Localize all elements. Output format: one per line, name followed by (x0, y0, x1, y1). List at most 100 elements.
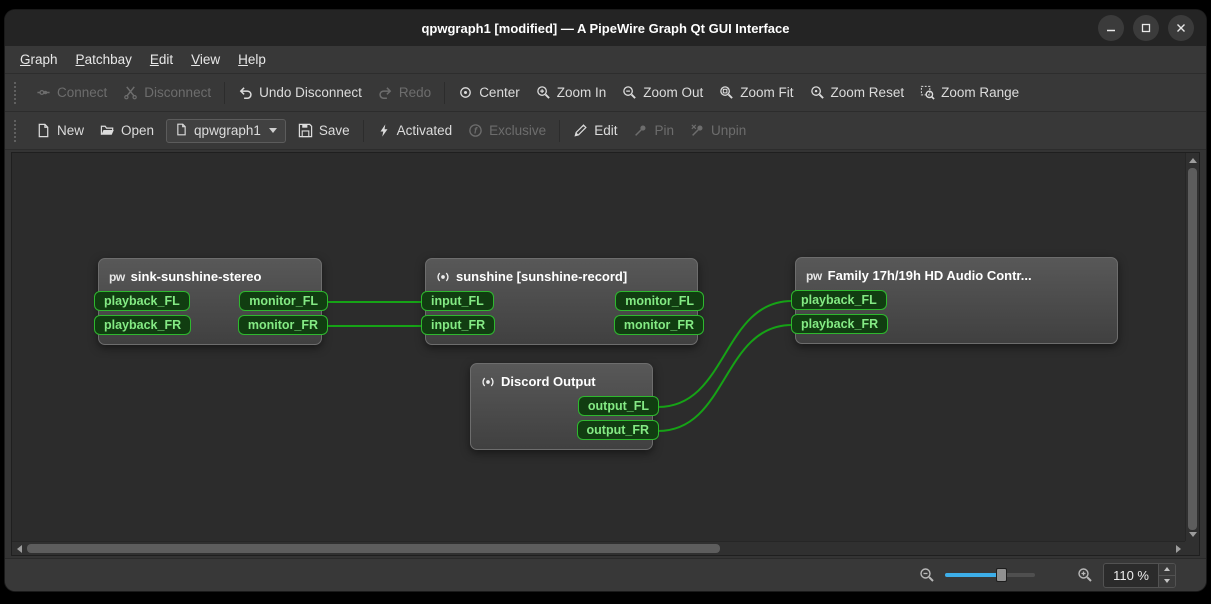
undo-disconnect-button[interactable]: Undo Disconnect (230, 80, 370, 105)
port-output_FL[interactable]: output_FL (577, 396, 659, 416)
exclusive-icon: f (468, 123, 483, 138)
port-monitor_FL[interactable]: monitor_FL (239, 291, 328, 311)
port-monitor_FR[interactable]: monitor_FR (613, 315, 704, 335)
port-playback_FL[interactable]: playback_FL (791, 290, 887, 310)
zoom-value: 110 % (1113, 567, 1149, 583)
port-output_FR[interactable]: output_FR (576, 420, 659, 440)
node-title: Discord Output (471, 364, 652, 392)
node-title: pw sink-sunshine-stereo (99, 259, 321, 287)
zoom-fit-icon (719, 85, 734, 100)
minimize-button[interactable] (1098, 15, 1124, 41)
save-button[interactable]: Save (290, 118, 358, 143)
zoom-slider-handle[interactable] (995, 568, 1007, 582)
port-input_FR[interactable]: input_FR (421, 315, 496, 335)
vertical-scroll-handle[interactable] (1188, 168, 1197, 530)
spin-arrows (1158, 563, 1175, 587)
open-button[interactable]: Open (92, 118, 162, 143)
node-title: pw Family 17h/19h HD Audio Contr... (796, 258, 1117, 286)
port-playback_FL[interactable]: playback_FL (94, 291, 190, 311)
new-button[interactable]: New (28, 118, 92, 143)
toolbar-drag-handle[interactable] (14, 81, 20, 104)
disconnect-button[interactable]: Disconnect (115, 80, 219, 105)
zoom-in-button[interactable]: Zoom In (528, 80, 615, 105)
canvas-viewport[interactable]: pw sink-sunshine-stereo playback_FL monitor… (12, 153, 1185, 541)
zoom-slider-fill (945, 573, 1001, 577)
activated-label: Activated (396, 123, 453, 138)
maximize-icon (1141, 23, 1151, 33)
zoom-fit-button[interactable]: Zoom Fit (711, 80, 801, 105)
zoom-slider[interactable] (945, 567, 1036, 583)
graph-canvas[interactable]: pw sink-sunshine-stereo playback_FL monitor… (11, 152, 1200, 556)
activated-bolt-icon (377, 123, 391, 138)
node-sink-sunshine-stereo[interactable]: pw sink-sunshine-stereo playback_FL monitor… (94, 258, 328, 345)
horizontal-scrollbar[interactable] (12, 541, 1185, 555)
scroll-left-arrow[interactable] (12, 542, 26, 555)
menu-help[interactable]: Help (229, 49, 275, 70)
center-icon (458, 85, 473, 100)
zoom-in-status-icon (1077, 567, 1093, 583)
edit-button[interactable]: Edit (565, 118, 625, 143)
patchbay-file-icon (175, 123, 188, 139)
port-playback_FR[interactable]: playback_FR (791, 314, 889, 334)
graph-toolbar: Connect Disconnect Undo Disconnect Redo (5, 74, 1206, 112)
menu-view[interactable]: View (182, 49, 229, 70)
vertical-scrollbar[interactable] (1185, 153, 1199, 541)
zoom-out-icon (622, 85, 637, 100)
zoom-range-label: Zoom Range (941, 85, 1020, 100)
zoom-in-icon (536, 85, 551, 100)
port-playback_FR[interactable]: playback_FR (94, 315, 192, 335)
scroll-up-arrow[interactable] (1186, 153, 1199, 167)
edit-pencil-icon (573, 123, 588, 138)
edit-label: Edit (594, 123, 618, 138)
session-name: qpwgraph1 (194, 123, 261, 138)
port-row: output_FR (471, 418, 659, 442)
port-monitor_FL[interactable]: monitor_FL (615, 291, 704, 311)
port-monitor_FR[interactable]: monitor_FR (237, 315, 328, 335)
disconnect-icon (123, 85, 138, 100)
port-input_FL[interactable]: input_FL (421, 291, 494, 311)
audio-app-icon (436, 270, 450, 284)
pin-button[interactable]: Pin (625, 118, 682, 143)
zoom-in-label: Zoom In (556, 85, 607, 100)
maximize-button[interactable] (1133, 15, 1159, 41)
menu-patchbay[interactable]: Patchbay (67, 49, 141, 70)
port-row: playback_FL (791, 288, 1117, 312)
horizontal-scroll-handle[interactable] (27, 544, 720, 553)
toolbar-drag-handle[interactable] (14, 119, 20, 142)
titlebar[interactable]: qpwgraph1 [modified] — A PipeWire Graph … (5, 10, 1206, 46)
port-row: output_FL (471, 394, 659, 418)
scroll-down-arrow[interactable] (1186, 527, 1199, 541)
unpin-button[interactable]: Unpin (682, 118, 754, 143)
node-discord-output[interactable]: Discord Output output_FL output_FR (470, 363, 659, 450)
redo-label: Redo (398, 85, 432, 100)
redo-button[interactable]: Redo (370, 80, 439, 105)
node-family-audio[interactable]: pw Family 17h/19h HD Audio Contr... playba… (791, 257, 1118, 344)
scroll-right-arrow[interactable] (1171, 542, 1185, 555)
patchbay-session-dropdown[interactable]: qpwgraph1 (166, 118, 286, 143)
pin-icon (633, 123, 648, 138)
zoom-spin-up-button[interactable] (1159, 563, 1175, 575)
exclusive-button[interactable]: f Exclusive (460, 118, 554, 143)
zoom-reset-label: Zoom Reset (830, 85, 905, 100)
zoom-spin-down-button[interactable] (1159, 574, 1175, 587)
open-folder-icon (100, 123, 115, 138)
center-label: Center (479, 85, 520, 100)
zoom-range-button[interactable]: Zoom Range (912, 80, 1027, 105)
new-file-icon (36, 123, 51, 138)
menu-edit[interactable]: Edit (141, 49, 182, 70)
center-button[interactable]: Center (450, 80, 528, 105)
svg-text:f: f (474, 126, 478, 136)
toolbar-separator (444, 81, 446, 104)
window-controls (1098, 15, 1194, 41)
zoom-spinbox[interactable]: 110 % (1103, 562, 1176, 588)
activated-button[interactable]: Activated (369, 118, 461, 143)
connect-button[interactable]: Connect (28, 80, 115, 105)
pipewire-icon: pw (806, 269, 822, 283)
redo-icon (378, 85, 393, 100)
zoom-out-button[interactable]: Zoom Out (614, 80, 711, 105)
zoom-reset-button[interactable]: Zoom Reset (802, 80, 913, 105)
close-button[interactable] (1168, 15, 1194, 41)
undo-icon (238, 85, 253, 100)
menu-graph[interactable]: Graph (11, 49, 67, 70)
node-sunshine[interactable]: sunshine [sunshine-record] input_FL monito… (421, 258, 704, 345)
